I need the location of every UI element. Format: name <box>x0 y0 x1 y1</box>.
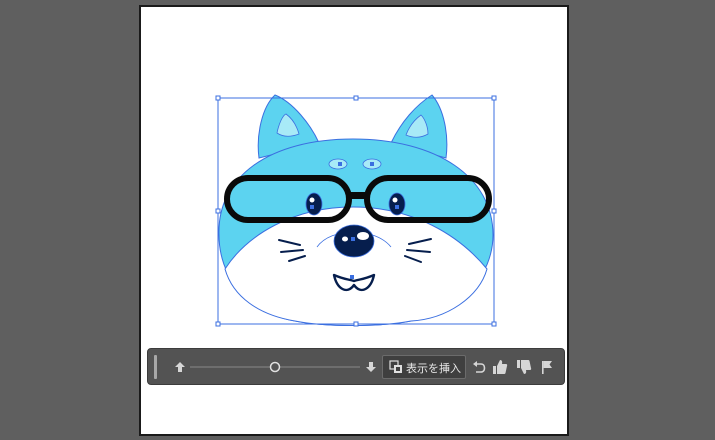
contextual-task-bar: 表示を挿入 <box>147 348 565 385</box>
flag-icon[interactable] <box>538 358 556 376</box>
right-eye <box>388 192 406 216</box>
grip-handle-icon[interactable] <box>154 355 157 379</box>
arrow-up-icon[interactable] <box>171 358 189 376</box>
left-eye <box>305 192 323 216</box>
insert-view-icon <box>389 360 402 373</box>
slider-thumb <box>269 361 281 373</box>
thumbs-down-icon[interactable] <box>515 358 533 376</box>
glasses-bridge <box>346 192 370 199</box>
thumbs-up-icon[interactable] <box>491 358 509 376</box>
selection-slider[interactable] <box>188 358 362 376</box>
insert-view-button[interactable]: 表示を挿入 <box>382 355 466 379</box>
insert-view-label: 表示を挿入 <box>406 362 461 375</box>
undo-icon[interactable] <box>470 358 488 376</box>
arrow-down-icon[interactable] <box>362 358 380 376</box>
